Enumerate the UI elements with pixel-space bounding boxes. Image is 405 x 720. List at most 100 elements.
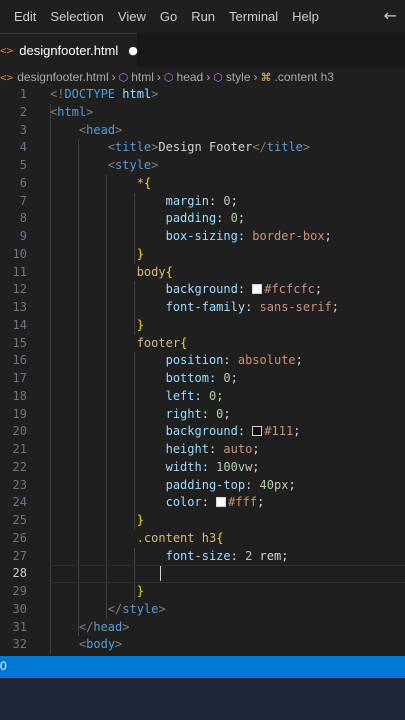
code-line[interactable]: 18 left: 0; — [0, 388, 405, 406]
code-line[interactable]: 9 box-sizing: border-box; — [0, 228, 405, 246]
breadcrumb-selector[interactable]: .content h3 — [275, 70, 334, 84]
menu-go[interactable]: Go — [160, 9, 177, 24]
code-line[interactable]: 16 position: absolute; — [0, 352, 405, 370]
text-cursor — [160, 566, 161, 582]
line-number: 4 — [19, 140, 27, 155]
line-number: 31 — [12, 619, 27, 634]
breadcrumb-head[interactable]: head — [177, 70, 204, 84]
code-text: <title>Design Footer</title> — [107, 140, 311, 155]
code-line[interactable]: 8 padding: 0; — [0, 210, 405, 228]
line-number: 22 — [12, 459, 27, 474]
line-number: 7 — [19, 193, 27, 208]
code-line[interactable]: 24 color: #fff; — [0, 494, 405, 512]
html-file-icon: <> — [0, 70, 14, 84]
code-text: <!DOCTYPE html> — [50, 87, 159, 101]
line-number: 5 — [19, 158, 27, 172]
code-line[interactable]: 6 *{ — [0, 175, 405, 193]
code-text: background: #fcfcfc; — [165, 282, 323, 297]
code-text: width: 100vw; — [165, 459, 260, 474]
status-left[interactable]: 0 — [0, 659, 7, 673]
code-line[interactable]: 31 </head> — [0, 619, 405, 637]
line-number: 27 — [12, 548, 27, 563]
code-line[interactable]: 10 } — [0, 246, 405, 264]
code-text: <html> — [50, 104, 94, 119]
back-arrow-icon[interactable]: ← — [384, 6, 397, 25]
breadcrumb-style[interactable]: style — [226, 70, 251, 84]
code-line[interactable]: 22 width: 100vw; — [0, 459, 405, 477]
code-text: color: #fff; — [165, 495, 265, 510]
code-line[interactable]: 5 <style> — [0, 157, 405, 175]
unsaved-dot-icon[interactable]: ● — [128, 44, 138, 57]
menu-edit[interactable]: Edit — [14, 9, 36, 24]
breadcrumb-file[interactable]: designfooter.html — [17, 70, 108, 84]
code-text: } — [136, 513, 144, 527]
status-bar: 0 — [0, 656, 405, 678]
code-line[interactable]: 26 .content h3{ — [0, 530, 405, 548]
code-line[interactable]: 15 footer{ — [0, 335, 405, 353]
tab-bar: <> designfooter.html ● — [0, 33, 405, 67]
code-line[interactable]: 12 background: #fcfcfc; — [0, 281, 405, 299]
code-text: height: auto; — [165, 442, 260, 456]
code-text: right: 0; — [165, 406, 231, 421]
code-text: *{ — [136, 175, 152, 190]
tab-label: designfooter.html — [19, 43, 119, 58]
line-number: 9 — [19, 229, 27, 243]
line-number: 24 — [12, 495, 27, 510]
chevron-right-icon: › — [253, 70, 258, 84]
code-line[interactable]: 21 height: auto; — [0, 441, 405, 459]
line-number: 10 — [12, 246, 27, 261]
code-line[interactable]: 14 } — [0, 317, 405, 335]
menu-view[interactable]: View — [118, 9, 146, 24]
menu-selection[interactable]: Selection — [50, 9, 103, 24]
color-swatch[interactable] — [252, 284, 263, 295]
code-line[interactable]: 7 margin: 0; — [0, 193, 405, 211]
code-text: .content h3{ — [136, 530, 224, 545]
code-text: left: 0; — [165, 388, 224, 403]
line-number: 12 — [12, 282, 27, 297]
code-line[interactable]: 30 </style> — [0, 601, 405, 619]
code-line[interactable]: 11 body{ — [0, 264, 405, 282]
code-text: </style> — [107, 601, 166, 616]
code-line[interactable]: 19 right: 0; — [0, 406, 405, 424]
line-number: 25 — [12, 513, 27, 527]
code-line[interactable]: 4 <title>Design Footer</title> — [0, 139, 405, 157]
code-text: position: absolute; — [165, 353, 303, 368]
menu-terminal[interactable]: Terminal — [229, 9, 278, 24]
color-swatch[interactable] — [216, 497, 227, 508]
line-number: 17 — [12, 371, 27, 385]
line-number: 28 — [12, 566, 27, 581]
code-line[interactable]: 23 padding-top: 40px; — [0, 477, 405, 495]
tab-designfooter[interactable]: <> designfooter.html ● — [0, 33, 138, 67]
code-line[interactable]: 25 } — [0, 512, 405, 530]
breadcrumb-html[interactable]: html — [131, 70, 154, 84]
code-editor[interactable]: 1 <!DOCTYPE html> 2 <html> 3 <head> 4 <title>… — [0, 86, 405, 656]
line-number: 14 — [12, 317, 27, 332]
code-line[interactable]: 28 — [0, 565, 405, 583]
color-swatch[interactable] — [252, 426, 263, 437]
code-text: font-size: 2 rem; — [165, 548, 289, 563]
code-text: background: #111; — [165, 424, 301, 439]
code-line[interactable]: 2 <html> — [0, 104, 405, 122]
code-line[interactable]: 20 background: #111; — [0, 423, 405, 441]
code-line[interactable]: 17 bottom: 0; — [0, 370, 405, 388]
code-line[interactable]: 29 } — [0, 583, 405, 601]
chevron-right-icon: › — [111, 70, 116, 84]
line-number: 15 — [12, 335, 27, 350]
code-line[interactable]: 32 <body> — [0, 636, 405, 654]
line-number: 1 — [19, 87, 27, 101]
line-number: 6 — [19, 175, 27, 190]
menu-help[interactable]: Help — [292, 9, 319, 24]
line-number: 29 — [12, 584, 27, 598]
css-selector-icon: ⌘ — [260, 71, 272, 84]
line-number: 13 — [12, 300, 27, 314]
code-text: padding: 0; — [165, 211, 246, 226]
code-line[interactable]: 1 <!DOCTYPE html> — [0, 86, 405, 104]
line-number: 21 — [12, 442, 27, 456]
code-line[interactable]: 13 font-family: sans-serif; — [0, 299, 405, 317]
menu-run[interactable]: Run — [191, 9, 215, 24]
code-line[interactable]: 3 <head> — [0, 122, 405, 140]
line-number: 30 — [12, 601, 27, 616]
line-number: 16 — [12, 353, 27, 368]
cube-icon: ⬡ — [163, 71, 174, 84]
code-line[interactable]: 27 font-size: 2 rem; — [0, 548, 405, 566]
